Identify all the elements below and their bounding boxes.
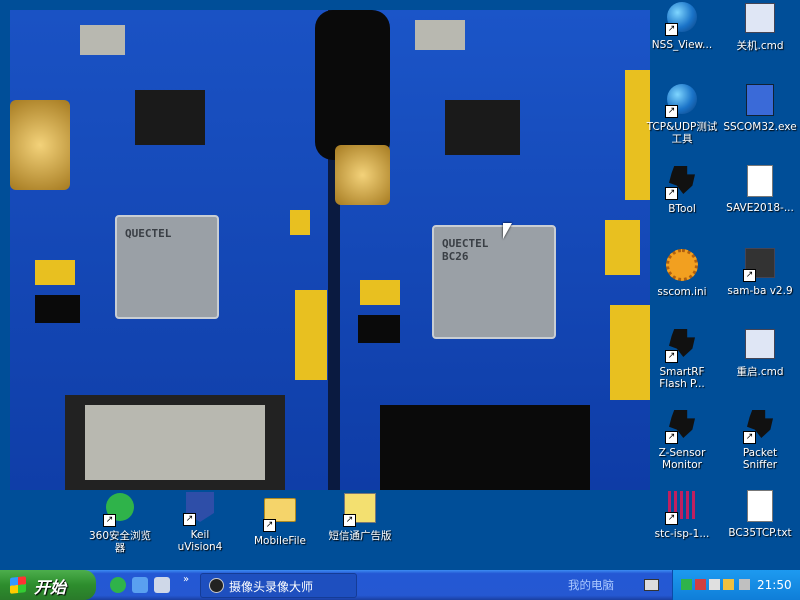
desktop-icon-sscom-ini[interactable]: sscom.ini — [640, 245, 724, 298]
cmd-icon — [745, 3, 775, 33]
building-icon — [746, 84, 774, 116]
desktop-icon-save2018[interactable]: SAVE2018-... — [718, 163, 800, 214]
desktop: QUECTEL QUECTEL BC26 ↗ NSS_View... 关机.cm… — [0, 0, 800, 570]
module-label: QUECTEL BC26 — [442, 237, 489, 263]
task-label: 摄像头录像大师 — [229, 580, 314, 594]
desktop-icon-btool[interactable]: ↗ BTool — [640, 163, 724, 215]
header-pins — [295, 290, 327, 380]
icon-label: Packet Sniffer — [742, 447, 778, 471]
tray-network-icon[interactable] — [709, 579, 720, 590]
ic-chip — [135, 90, 205, 145]
cmd-icon — [745, 329, 775, 359]
desktop-icon-stc-isp[interactable]: ↗ stc-isp-1... — [640, 488, 724, 540]
icon-label: SAVE2018-... — [726, 202, 794, 214]
desktop-icon-shutdown-cmd[interactable]: 关机.cmd — [718, 0, 800, 52]
jumper-right — [605, 220, 640, 275]
tray-360-icon[interactable] — [681, 579, 692, 590]
volume-icon[interactable] — [739, 579, 750, 590]
antenna-connector — [10, 100, 70, 190]
icon-label: Keil uVision4 — [177, 529, 223, 553]
antenna — [315, 10, 390, 160]
desktop-icon-keil[interactable]: ↗ Keil uVision4 — [158, 490, 242, 553]
desktop-icon-nss-view[interactable]: ↗ NSS_View... — [640, 0, 724, 51]
start-button[interactable]: 开始 — [0, 570, 96, 600]
icon-label: 关机.cmd — [736, 40, 784, 52]
component — [35, 295, 80, 323]
windows-flag-icon — [10, 576, 26, 594]
document-icon — [747, 490, 773, 522]
icon-label: 短信通广告版 — [328, 530, 392, 542]
clock[interactable]: 21:50 — [757, 578, 792, 592]
ic-chip-right — [445, 100, 520, 155]
ie-quicklaunch-icon[interactable] — [132, 577, 148, 593]
ini-gear-icon — [666, 249, 698, 281]
desktop-icon-sscom32[interactable]: SSCOM32.exe — [718, 82, 800, 133]
desktop-icon-sam-ba[interactable]: ↗ sam-ba v2.9 — [718, 245, 800, 297]
360-browser-quicklaunch-icon[interactable] — [110, 577, 126, 593]
capacitor — [35, 260, 75, 285]
desktop-icon-smartrf-flash[interactable]: ↗ SmartRF Flash P... — [640, 326, 724, 390]
start-label: 开始 — [34, 578, 67, 597]
icon-label: NSS_View... — [651, 39, 713, 51]
sim-slot-right — [380, 405, 590, 490]
taskbar: 开始 » 摄像头录像大师 我的电脑 21:50 — [0, 570, 800, 600]
antenna-base — [335, 145, 390, 205]
icon-label: 重启.cmd — [736, 366, 784, 378]
component-right — [358, 315, 400, 343]
icon-label: stc-isp-1... — [654, 528, 710, 540]
show-desktop-icon[interactable] — [154, 577, 170, 593]
webcam-icon — [209, 578, 224, 593]
jumper — [290, 210, 310, 235]
tray-app-icon[interactable] — [695, 579, 706, 590]
nb-module-left: QUECTEL — [115, 215, 219, 319]
desktop-icon-packet-sniffer[interactable]: ↗ Packet Sniffer — [718, 407, 800, 471]
usb-port — [80, 25, 125, 55]
sim-cover — [85, 405, 265, 480]
quicklaunch-chevron-icon[interactable]: » — [183, 574, 189, 585]
mouse-cursor — [503, 223, 512, 239]
desktop-icon-z-sensor-monitor[interactable]: ↗ Z-Sensor Monitor — [640, 407, 724, 471]
icon-label: 360安全浏览 器 — [88, 530, 152, 554]
nb-module-right: QUECTEL BC26 — [432, 225, 556, 339]
capacitor-right — [360, 280, 400, 305]
document-icon — [747, 165, 773, 197]
icon-label: MobileFile — [253, 535, 306, 547]
address-toolbar-label[interactable]: 我的电脑 — [568, 577, 614, 593]
camera-preview: QUECTEL QUECTEL BC26 — [10, 10, 650, 490]
icon-label: SSCOM32.exe — [723, 121, 797, 133]
keyboard-icon[interactable] — [644, 579, 659, 591]
icon-label: Z-Sensor Monitor — [658, 447, 706, 471]
icon-label: BTool — [668, 203, 696, 215]
desktop-icon-mobilefile[interactable]: ↗ MobileFile — [238, 490, 322, 547]
system-tray: 21:50 — [672, 570, 800, 600]
icon-label: SmartRF Flash P... — [659, 366, 705, 390]
desktop-icon-360-browser[interactable]: ↗ 360安全浏览 器 — [78, 490, 162, 554]
icon-label: sam-ba v2.9 — [727, 285, 793, 297]
taskbar-item-camera-recorder[interactable]: 摄像头录像大师 — [200, 573, 357, 598]
module-label: QUECTEL — [125, 227, 172, 240]
icon-label: sscom.ini — [657, 286, 707, 298]
desktop-icon-tcp-udp-tool[interactable]: ↗ TCP&UDP测试 工具 — [640, 82, 724, 145]
desktop-icon-sms-ad[interactable]: ↗ 短信通广告版 — [318, 490, 402, 542]
icon-label: BC35TCP.txt — [728, 527, 792, 539]
usb-port-right — [415, 20, 465, 50]
icon-label: TCP&UDP测试 工具 — [646, 121, 718, 145]
tray-shield-icon[interactable] — [723, 579, 734, 590]
desktop-icon-restart-cmd[interactable]: 重启.cmd — [718, 326, 800, 378]
desktop-icon-bc35tcp[interactable]: BC35TCP.txt — [718, 488, 800, 539]
